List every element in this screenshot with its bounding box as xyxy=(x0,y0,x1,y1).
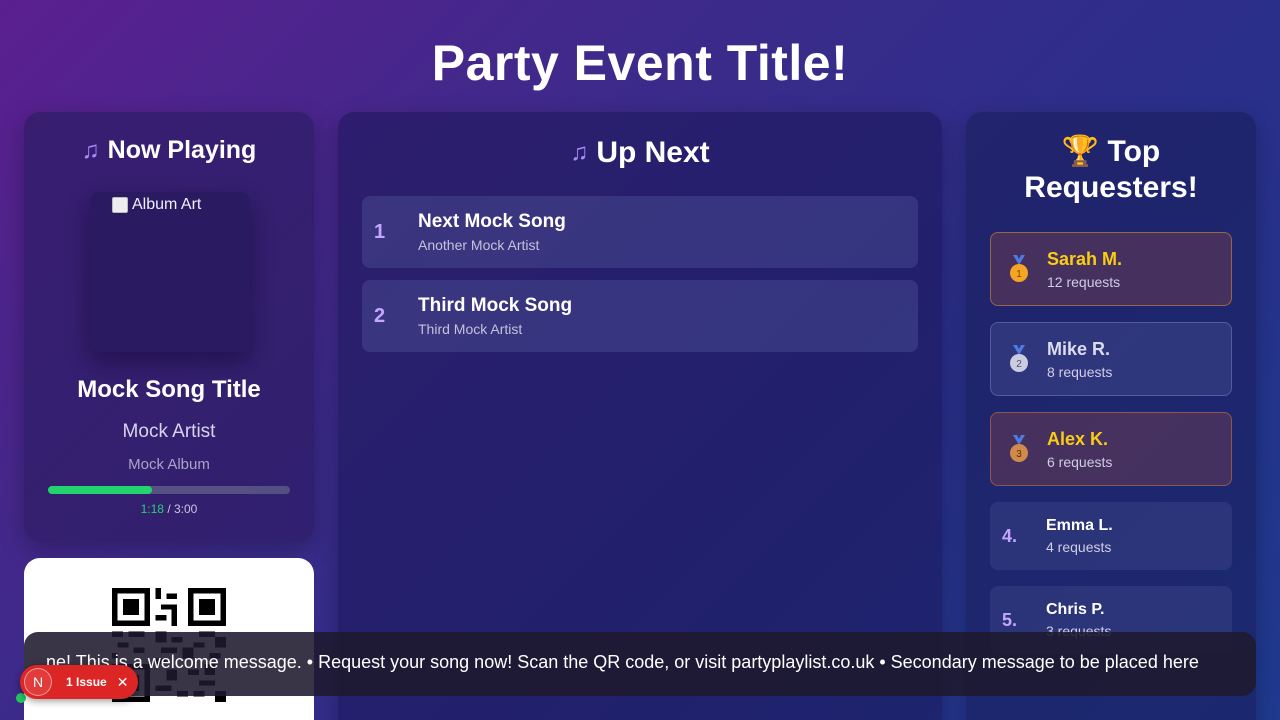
now-playing-panel: ♫ Now Playing Album Art Mock Song Title … xyxy=(24,112,314,542)
requester-row: 4. Emma L. 4 requests xyxy=(990,502,1232,570)
album-art-alt-text: Album Art xyxy=(132,196,202,213)
queue-song-title: Third Mock Song xyxy=(418,295,573,316)
requester-count: 4 requests xyxy=(1046,539,1112,555)
announcement-ticker: ne! This is a welcome message. • Request… xyxy=(24,632,1256,696)
music-note-icon: ♫ xyxy=(81,136,100,164)
queue-number: 1 xyxy=(374,220,386,243)
queue-song-artist: Third Mock Artist xyxy=(418,321,523,337)
song-title: Mock Song Title xyxy=(77,376,261,403)
issue-count-label[interactable]: 1 Issue xyxy=(66,675,107,689)
now-playing-heading: ♫ Now Playing xyxy=(24,136,314,165)
top-requesters-heading: 🏆 Top Requesters! xyxy=(966,134,1256,206)
queue-item[interactable]: 2 Third Mock Song Third Mock Artist xyxy=(362,280,918,352)
queue-item[interactable]: 1 Next Mock Song Another Mock Artist xyxy=(362,196,918,268)
medal-number: 1 xyxy=(1016,269,1022,280)
requester-list: 1 Sarah M. 12 requests 2 Mike R. 8 reque… xyxy=(990,232,1232,670)
elapsed-time: 1:18 xyxy=(140,502,164,516)
album-art: Album Art xyxy=(90,192,250,352)
silver-medal-icon: 2 xyxy=(991,345,1047,373)
requester-name: Chris P. xyxy=(1046,601,1105,618)
top-requesters-heading-line2: Requesters! xyxy=(1024,171,1198,204)
requester-name: Emma L. xyxy=(1046,517,1113,534)
top-requesters-heading-line1: 🏆 Top xyxy=(1061,135,1161,168)
queue-number: 2 xyxy=(374,304,386,327)
ticker-text: ne! This is a welcome message. • Request… xyxy=(46,652,1199,672)
requester-rank: 5. xyxy=(1002,609,1018,630)
playback-time: 1:18 / 3:00 xyxy=(24,502,314,516)
requester-name: Sarah M. xyxy=(1047,248,1123,269)
song-album: Mock Album xyxy=(128,456,210,473)
up-next-heading-text: Up Next xyxy=(596,136,710,169)
event-title: Party Event Title! xyxy=(431,35,849,91)
up-next-panel: ♫ Up Next 1 Next Mock Song Another Mock … xyxy=(338,112,942,720)
requester-count: 8 requests xyxy=(1047,363,1113,380)
music-notes-icon: ♫ xyxy=(570,139,589,166)
album-art-alt: Album Art xyxy=(112,196,201,214)
requester-rank: 4. xyxy=(1002,525,1018,546)
queue-list: 1 Next Mock Song Another Mock Artist 2 T… xyxy=(362,196,918,364)
queue-song-title: Next Mock Song xyxy=(418,211,566,232)
total-time: / 3:00 xyxy=(167,502,198,516)
requester-row: 1 Sarah M. 12 requests xyxy=(990,232,1232,306)
bronze-medal-icon: 3 xyxy=(991,435,1047,463)
broken-image-icon xyxy=(112,197,128,213)
next-logo-icon: N xyxy=(24,668,52,696)
song-artist: Mock Artist xyxy=(122,421,216,442)
requester-row: 3 Alex K. 6 requests xyxy=(990,412,1232,486)
progress-fill xyxy=(48,486,153,494)
progress-bar xyxy=(48,486,290,494)
close-icon[interactable]: ✕ xyxy=(117,674,129,691)
requester-row: 2 Mike R. 8 requests xyxy=(990,322,1232,396)
queue-song-artist: Another Mock Artist xyxy=(418,237,540,253)
top-requesters-panel: 🏆 Top Requesters! 1 Sarah M. 12 requests… xyxy=(966,112,1256,720)
requester-count: 12 requests xyxy=(1047,273,1121,290)
now-playing-heading-text: Now Playing xyxy=(107,136,257,164)
medal-number: 3 xyxy=(1016,449,1022,460)
medal-number: 2 xyxy=(1016,359,1022,370)
gold-medal-icon: 1 xyxy=(991,255,1047,283)
issue-badge[interactable]: N 1 Issue ✕ xyxy=(20,665,138,699)
requester-count: 6 requests xyxy=(1047,453,1113,470)
requester-name: Alex K. xyxy=(1047,428,1109,449)
up-next-heading: ♫ Up Next xyxy=(338,136,942,170)
requester-name: Mike R. xyxy=(1047,338,1111,359)
